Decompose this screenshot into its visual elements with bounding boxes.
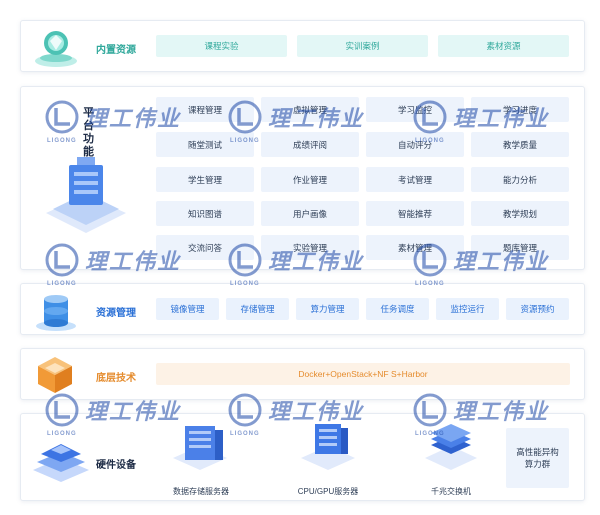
platform-function-cell[interactable]: 教学规划 bbox=[471, 201, 569, 226]
resource-item[interactable]: 监控运行 bbox=[436, 298, 499, 320]
device-caption: 数据存储服务器 bbox=[173, 487, 229, 496]
builtin-item[interactable]: 课程实验 bbox=[156, 35, 287, 57]
platform-function-cell[interactable]: 考试管理 bbox=[366, 167, 464, 192]
cpu-gpu-server-icon bbox=[301, 424, 355, 470]
platform-label: 平台功能 bbox=[83, 107, 94, 158]
resource-management-panel: 资源管理 镜像管理 存储管理 算力管理 任务调度 监控运行 资源预约 bbox=[20, 283, 585, 335]
server-stack-icon bbox=[46, 157, 126, 233]
platform-function-cell[interactable]: 智能推荐 bbox=[366, 201, 464, 226]
builtin-item[interactable]: 素材资源 bbox=[438, 35, 569, 57]
builtin-resources-panel: 内置资源 课程实验 实训案例 素材资源 bbox=[20, 20, 585, 72]
resource-item[interactable]: 资源预约 bbox=[506, 298, 569, 320]
platform-function-cell[interactable]: 知识图谱 bbox=[156, 201, 254, 226]
storage-server-icon bbox=[173, 426, 227, 470]
base-tech-bar: Docker+OpenStack+NF S+Harbor bbox=[156, 363, 570, 385]
layers-icon bbox=[33, 444, 89, 482]
network-switch-icon bbox=[425, 424, 477, 470]
platform-function-cell[interactable]: 交流问答 bbox=[156, 235, 254, 260]
device-caption: CPU/GPU服务器 bbox=[297, 487, 359, 496]
platform-function-cell[interactable]: 学习监控 bbox=[366, 97, 464, 122]
resource-item[interactable]: 存储管理 bbox=[226, 298, 289, 320]
hardware-panel: 硬件设备 数据存储服务器 CPU/GPU服务器 千兆交换机 高性能异构算力群 bbox=[20, 413, 585, 501]
cluster-label: 高性能异构算力群 bbox=[516, 447, 559, 469]
platform-function-cell[interactable]: 作业管理 bbox=[261, 167, 359, 192]
base-label: 底层技术 bbox=[96, 373, 136, 384]
platform-function-cell[interactable]: 自动评分 bbox=[366, 132, 464, 157]
resource-item[interactable]: 任务调度 bbox=[366, 298, 429, 320]
builtin-item[interactable]: 实训案例 bbox=[297, 35, 428, 57]
platform-function-cell[interactable]: 课程管理 bbox=[156, 97, 254, 122]
compute-cluster-box: 高性能异构算力群 bbox=[506, 428, 569, 488]
resource-item[interactable]: 镜像管理 bbox=[156, 298, 219, 320]
platform-function-cell[interactable]: 能力分析 bbox=[471, 167, 569, 192]
base-technology-panel: 底层技术 Docker+OpenStack+NF S+Harbor bbox=[20, 348, 585, 400]
device-caption: 千兆交换机 bbox=[431, 487, 471, 496]
storage-cylinder-icon bbox=[36, 295, 76, 331]
platform-function-cell[interactable]: 实验管理 bbox=[261, 235, 359, 260]
cube-icon bbox=[38, 357, 72, 393]
hardware-label: 硬件设备 bbox=[96, 460, 136, 471]
platform-function-cell[interactable]: 虚拟管理 bbox=[261, 97, 359, 122]
platform-function-cell[interactable]: 教学质量 bbox=[471, 132, 569, 157]
platform-functions-panel: 平台功能 课程管理 虚拟管理 学习监控 学习进度随堂测试 成绩评阅 自动评分 教学质量学生管… bbox=[20, 86, 585, 270]
platform-function-cell[interactable]: 学习进度 bbox=[471, 97, 569, 122]
resource-label: 资源管理 bbox=[96, 308, 136, 319]
platform-function-cell[interactable]: 素材管理 bbox=[366, 235, 464, 260]
platform-function-cell[interactable]: 学生管理 bbox=[156, 167, 254, 192]
builtin-label: 内置资源 bbox=[96, 45, 136, 56]
platform-function-cell[interactable]: 随堂测试 bbox=[156, 132, 254, 157]
platform-function-cell[interactable]: 用户画像 bbox=[261, 201, 359, 226]
resource-item[interactable]: 算力管理 bbox=[296, 298, 359, 320]
platform-function-cell[interactable]: 题库管理 bbox=[471, 235, 569, 260]
platform-function-cell[interactable]: 成绩评阅 bbox=[261, 132, 359, 157]
gem-icon bbox=[35, 31, 77, 67]
